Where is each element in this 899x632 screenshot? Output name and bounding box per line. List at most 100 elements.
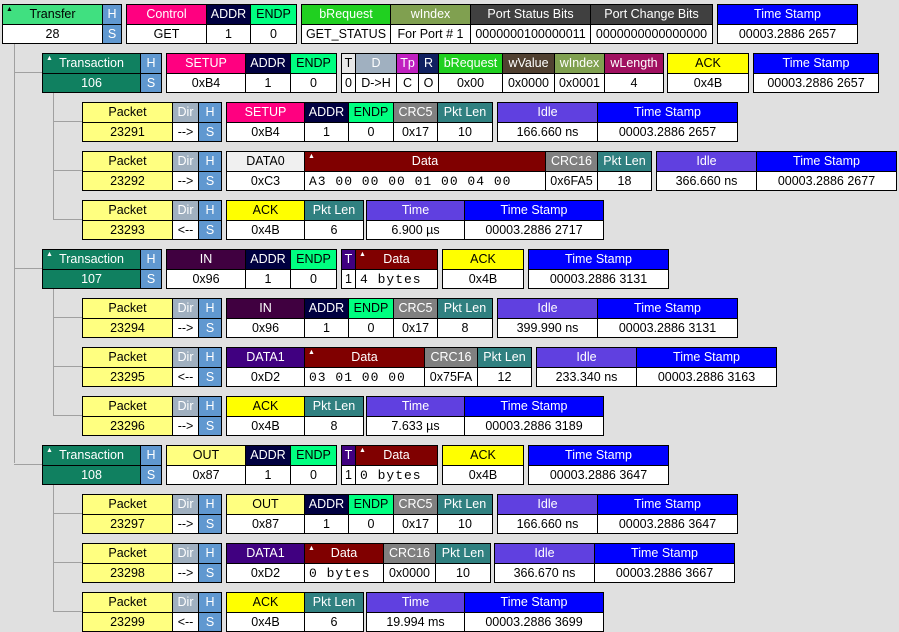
addr-field[interactable]: ADDR 1 xyxy=(246,446,291,484)
transaction-group[interactable]: ▲ Transaction 106 H S xyxy=(42,53,162,93)
addr-field[interactable]: ADDR 1 xyxy=(207,5,251,43)
addr-field[interactable]: ADDR 1 xyxy=(246,54,291,92)
windex-field[interactable]: wIndex 0x0001 xyxy=(555,54,605,92)
ack-field[interactable]: ACK 0x4B xyxy=(227,201,305,239)
dir-field[interactable]: Dir --> xyxy=(173,544,199,582)
idle-group[interactable]: Idle 366.660 ns Time Stamp 00003.2886 2677 xyxy=(656,151,897,191)
addr-field[interactable]: ADDR 1 xyxy=(305,299,349,337)
time-stamp-group[interactable]: Time Stamp 00003.2886 2657 xyxy=(753,53,879,93)
data-field[interactable]: ▲ Data A3 00 00 00 01 00 04 00 xyxy=(305,152,546,190)
endp-field[interactable]: ENDP 0 xyxy=(251,5,296,43)
in-group[interactable]: IN 0x96 ADDR 1 ENDP 0 CRC5 0x17 Pkt Len 8 xyxy=(226,298,493,338)
endp-field[interactable]: ENDP 0 xyxy=(291,54,336,92)
endp-field[interactable]: ENDP 0 xyxy=(349,495,394,533)
packet-field[interactable]: Packet 23291 xyxy=(83,103,173,141)
out-field[interactable]: OUT 0x87 xyxy=(167,446,246,484)
packet-group[interactable]: Packet 23298 Dir --> H S xyxy=(82,543,222,583)
packet-field[interactable]: Packet 23292 xyxy=(83,152,173,190)
wlength-field[interactable]: wLength 4 xyxy=(605,54,663,92)
data-field[interactable]: ▲ Data 03 01 00 00 xyxy=(305,348,425,386)
ack-group[interactable]: ACK 0x4B xyxy=(442,249,524,289)
h-field[interactable]: HS xyxy=(199,593,221,631)
t-field[interactable]: T1 xyxy=(342,250,356,288)
idle-field[interactable]: Idle 166.660 ns xyxy=(498,495,598,533)
time-stamp-group[interactable]: Time Stamp 00003.2886 3647 xyxy=(528,445,669,485)
dir-field[interactable]: Dir --> xyxy=(173,495,199,533)
idle-group[interactable]: Idle 166.660 ns Time Stamp 00003.2886 3647 xyxy=(497,494,738,534)
expand-marker-icon[interactable]: ▲ xyxy=(308,349,315,356)
expand-marker-icon[interactable]: ▲ xyxy=(46,251,53,258)
h-field[interactable]: HS xyxy=(199,201,221,239)
pkt-len-field[interactable]: Pkt Len 18 xyxy=(598,152,651,190)
data1-field[interactable]: DATA1 0xD2 xyxy=(227,544,305,582)
t-field[interactable]: T1 xyxy=(342,446,356,484)
expand-marker-icon[interactable]: ▲ xyxy=(308,153,315,160)
in-field[interactable]: IN 0x96 xyxy=(227,299,305,337)
time-stamp-field[interactable]: Time Stamp 00003.2886 3647 xyxy=(529,446,668,484)
endp-field[interactable]: ENDP 0 xyxy=(291,446,336,484)
transaction-field[interactable]: ▲ Transaction 108 xyxy=(43,446,141,484)
time-group[interactable]: Time 6.900 µs Time Stamp 00003.2886 2717 xyxy=(366,200,604,240)
time-stamp-field[interactable]: Time Stamp 00003.2886 2657 xyxy=(754,54,878,92)
setup-group[interactable]: SETUP 0xB4 ADDR 1 ENDP 0 CRC5 0x17 Pkt Len 10 xyxy=(226,102,493,142)
expand-marker-icon[interactable]: ▲ xyxy=(308,545,315,552)
crc5-field[interactable]: CRC5 0x17 xyxy=(394,299,438,337)
pkt-len-field[interactable]: Pkt Len 10 xyxy=(438,103,492,141)
h-field[interactable]: HS xyxy=(199,152,221,190)
time-stamp-group[interactable]: Time Stamp 00003.2886 2657 xyxy=(717,4,858,44)
h-field[interactable]: HS xyxy=(103,5,121,43)
time-field[interactable]: Time 19.994 ms xyxy=(367,593,465,631)
packet-field[interactable]: Packet 23299 xyxy=(83,593,173,631)
d-field[interactable]: D D->H xyxy=(356,54,397,92)
transfer-field[interactable]: ▲ Transfer 28 xyxy=(3,5,103,43)
time-stamp-field[interactable]: Time Stamp 00003.2886 2657 xyxy=(718,5,857,43)
packet-group[interactable]: Packet 23295 Dir <-- H S xyxy=(82,347,222,387)
time-stamp-field[interactable]: Time Stamp 00003.2886 2657 xyxy=(598,103,737,141)
h-field[interactable]: HS xyxy=(199,397,221,435)
control-group[interactable]: Control GET ADDR 1 ENDP 0 xyxy=(126,4,297,44)
ack-field[interactable]: ACK 0x4B xyxy=(443,250,523,288)
h-field[interactable]: HS xyxy=(141,446,161,484)
packet-group[interactable]: Packet 23292 Dir --> H S xyxy=(82,151,222,191)
time-stamp-field[interactable]: Time Stamp 00003.2886 2677 xyxy=(757,152,896,190)
setup-group[interactable]: SETUP 0xB4 ADDR 1 ENDP 0 xyxy=(166,53,337,93)
packet-field[interactable]: Packet 23298 xyxy=(83,544,173,582)
addr-field[interactable]: ADDR 1 xyxy=(305,495,349,533)
r-field[interactable]: RO xyxy=(419,54,439,92)
ack-field[interactable]: ACK 0x4B xyxy=(668,54,748,92)
t-field[interactable]: T0 xyxy=(342,54,356,92)
tp-field[interactable]: Tp C xyxy=(397,54,419,92)
packet-group[interactable]: Packet 23297 Dir --> H S xyxy=(82,494,222,534)
h-field[interactable]: HS xyxy=(199,348,221,386)
ack-group[interactable]: ACK 0x4B Pkt Len 6 xyxy=(226,592,364,632)
t-group[interactable]: T 1 ▲ Data 0 bytes xyxy=(341,445,438,485)
transaction-field[interactable]: ▲ Transaction 106 xyxy=(43,54,141,92)
idle-field[interactable]: Idle 366.670 ns xyxy=(495,544,595,582)
time-stamp-field[interactable]: Time Stamp 00003.2886 3131 xyxy=(529,250,668,288)
h-field[interactable]: HS xyxy=(141,54,161,92)
t-group[interactable]: T 0 D D->H Tp C R ObRequest 0x00 wValue 0x0000 wInd… xyxy=(341,53,664,93)
packet-group[interactable]: Packet 23296 Dir --> H S xyxy=(82,396,222,436)
ack-field[interactable]: ACK 0x4B xyxy=(227,593,305,631)
expand-marker-icon[interactable]: ▲ xyxy=(46,55,53,62)
transfer-group[interactable]: ▲ Transfer 28 H S xyxy=(2,4,122,44)
endp-field[interactable]: ENDP 0 xyxy=(291,250,336,288)
t-group[interactable]: T 1 ▲ Data 4 bytes xyxy=(341,249,438,289)
dir-field[interactable]: Dir <-- xyxy=(173,348,199,386)
wvalue-field[interactable]: wValue 0x0000 xyxy=(503,54,555,92)
brequest-field[interactable]: bRequest GET_STATUS xyxy=(302,5,391,43)
endp-field[interactable]: ENDP 0 xyxy=(349,103,394,141)
idle-group[interactable]: Idle 233.340 ns Time Stamp 00003.2886 3163 xyxy=(536,347,777,387)
idle-field[interactable]: Idle 233.340 ns xyxy=(537,348,637,386)
time-group[interactable]: Time 7.633 µs Time Stamp 00003.2886 3189 xyxy=(366,396,604,436)
idle-field[interactable]: Idle 366.660 ns xyxy=(657,152,757,190)
ack-field[interactable]: ACK 0x4B xyxy=(227,397,305,435)
h-field[interactable]: HS xyxy=(199,495,221,533)
endp-field[interactable]: ENDP 0 xyxy=(349,299,394,337)
time-stamp-field[interactable]: Time Stamp 00003.2886 3163 xyxy=(637,348,776,386)
expand-marker-icon[interactable]: ▲ xyxy=(359,447,366,454)
data0-field[interactable]: DATA0 0xC3 xyxy=(227,152,305,190)
time-stamp-field[interactable]: Time Stamp 00003.2886 3131 xyxy=(598,299,737,337)
h-field[interactable]: HS xyxy=(199,544,221,582)
time-stamp-field[interactable]: Time Stamp 00003.2886 3667 xyxy=(595,544,734,582)
